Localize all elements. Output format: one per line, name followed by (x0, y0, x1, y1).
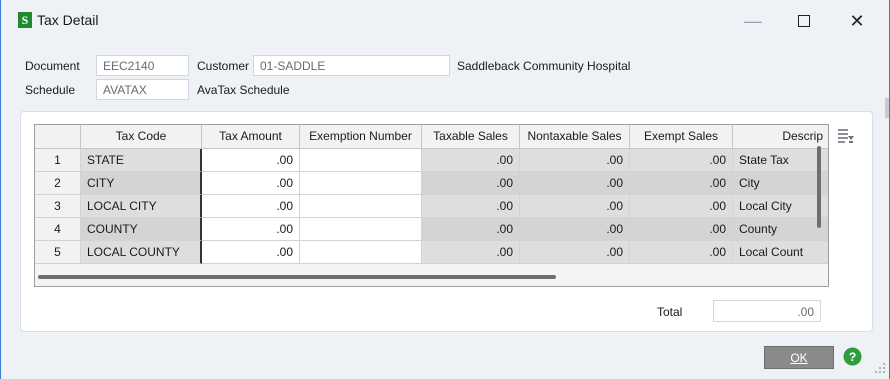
exemption-number-cell[interactable] (300, 241, 422, 264)
nontaxable-sales-cell: .00 (520, 195, 630, 218)
total-field: .00 (713, 300, 821, 322)
resize-grip-icon[interactable] (874, 362, 886, 374)
header-tax-amount[interactable]: Tax Amount (202, 125, 300, 149)
document-field[interactable]: EEC2140 (96, 55, 189, 76)
help-icon[interactable]: ? (843, 347, 862, 366)
horizontal-scrollbar[interactable] (38, 275, 556, 279)
row-number: 5 (35, 241, 81, 264)
maximize-icon (798, 15, 810, 27)
table-row[interactable]: 3 LOCAL CITY .00 .00 .00 .00 Local City (35, 195, 828, 218)
header-tax-code[interactable]: Tax Code (81, 125, 202, 149)
table-row[interactable]: 5 LOCAL COUNTY .00 .00 .00 .00 Local Cou… (35, 241, 828, 264)
minimize-button[interactable]: — (733, 6, 773, 36)
taxable-sales-cell: .00 (422, 149, 520, 172)
exempt-sales-cell: .00 (630, 172, 733, 195)
row-number: 4 (35, 218, 81, 241)
nontaxable-sales-cell: .00 (520, 241, 630, 264)
exemption-number-cell[interactable] (300, 218, 422, 241)
tax-code-cell[interactable]: LOCAL CITY (81, 195, 202, 218)
header-taxable-sales[interactable]: Taxable Sales (422, 125, 520, 149)
taxable-sales-cell: .00 (422, 172, 520, 195)
tax-detail-window: S Tax Detail — ✕ Document EEC2140 Custom… (0, 0, 890, 379)
exempt-sales-cell: .00 (630, 241, 733, 264)
header-row-number (35, 125, 81, 149)
header-description[interactable]: Descrip (733, 125, 828, 149)
header-nontaxable-sales[interactable]: Nontaxable Sales (520, 125, 630, 149)
grid-header: Tax Code Tax Amount Exemption Number Tax… (35, 125, 828, 149)
description-cell: County (733, 218, 828, 241)
tax-code-cell[interactable]: STATE (81, 149, 202, 172)
header-exemption-number[interactable]: Exemption Number (300, 125, 422, 149)
window-title: Tax Detail (37, 12, 99, 28)
tax-amount-cell[interactable]: .00 (202, 195, 300, 218)
exempt-sales-cell: .00 (630, 218, 733, 241)
app-icon: S (18, 12, 32, 28)
exemption-number-cell[interactable] (300, 149, 422, 172)
customer-name: Saddleback Community Hospital (457, 59, 631, 73)
tax-code-cell[interactable]: COUNTY (81, 218, 202, 241)
customer-field[interactable]: 01-SADDLE (253, 55, 450, 76)
header-exempt-sales[interactable]: Exempt Sales (630, 125, 733, 149)
close-button[interactable]: ✕ (837, 6, 877, 36)
maximize-button[interactable] (784, 6, 824, 36)
taxable-sales-cell: .00 (422, 218, 520, 241)
table-row[interactable]: 1 STATE .00 .00 .00 .00 State Tax (35, 149, 828, 172)
description-cell: State Tax (733, 149, 828, 172)
tax-amount-cell[interactable]: .00 (202, 241, 300, 264)
table-row[interactable]: 2 CITY .00 .00 .00 .00 City (35, 172, 828, 195)
schedule-field[interactable]: AVATAX (96, 79, 189, 100)
schedule-label: Schedule (25, 83, 76, 97)
schedule-name: AvaTax Schedule (197, 83, 290, 97)
description-cell: Local City (733, 195, 828, 218)
description-cell: City (733, 172, 828, 195)
tax-code-cell[interactable]: LOCAL COUNTY (81, 241, 202, 264)
vertical-scrollbar[interactable] (817, 146, 821, 228)
total-label: Total (657, 305, 683, 319)
row-number: 3 (35, 195, 81, 218)
exemption-number-cell[interactable] (300, 195, 422, 218)
table-row[interactable]: 4 COUNTY .00 .00 .00 .00 County (35, 218, 828, 241)
nontaxable-sales-cell: .00 (520, 172, 630, 195)
document-label: Document (25, 59, 80, 73)
exempt-sales-cell: .00 (630, 195, 733, 218)
svg-text:?: ? (849, 350, 857, 364)
exemption-number-cell[interactable] (300, 172, 422, 195)
tax-amount-cell[interactable]: .00 (202, 149, 300, 172)
tax-detail-grid[interactable]: Tax Code Tax Amount Exemption Number Tax… (34, 124, 829, 287)
tax-amount-cell[interactable]: .00 (202, 218, 300, 241)
tax-code-cell[interactable]: CITY (81, 172, 202, 195)
taxable-sales-cell: .00 (422, 195, 520, 218)
taxable-sales-cell: .00 (422, 241, 520, 264)
nontaxable-sales-cell: .00 (520, 149, 630, 172)
ok-button[interactable]: OK (764, 346, 834, 369)
row-number: 1 (35, 149, 81, 172)
customer-label: Customer (197, 59, 250, 73)
description-cell: Local Count (733, 241, 828, 264)
tax-amount-cell[interactable]: .00 (202, 172, 300, 195)
grid-settings-icon[interactable] (837, 127, 855, 145)
window-edge-marker (885, 98, 889, 118)
nontaxable-sales-cell: .00 (520, 218, 630, 241)
title-bar[interactable]: S Tax Detail — ✕ (1, 0, 889, 42)
exempt-sales-cell: .00 (630, 149, 733, 172)
row-number: 2 (35, 172, 81, 195)
